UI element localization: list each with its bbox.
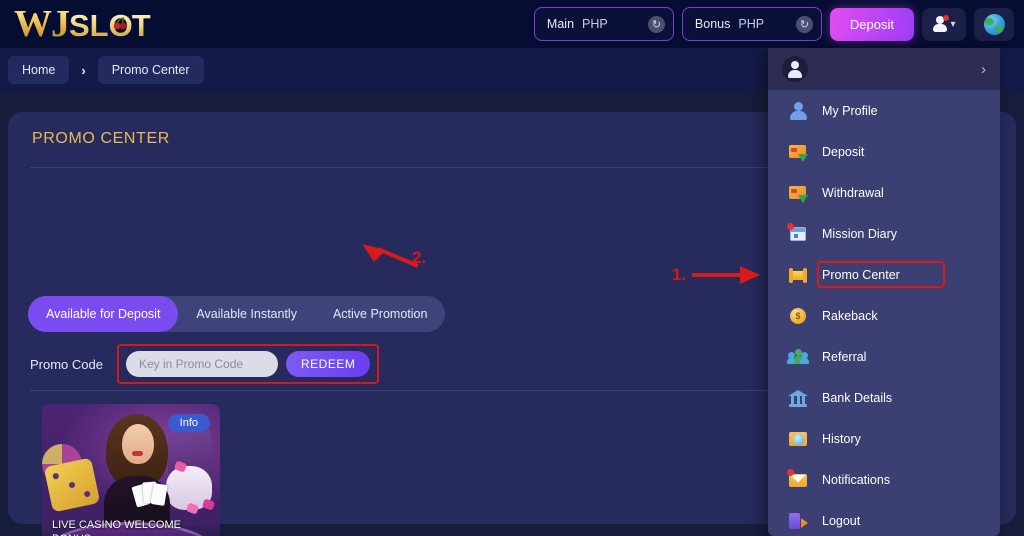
promo-card-title: LIVE CASINO WELCOME BONUS	[52, 519, 181, 536]
history-icon	[788, 429, 808, 449]
menu-item-label: Deposit	[822, 144, 865, 159]
breadcrumb-item-promo-center[interactable]: Promo Center	[97, 56, 204, 84]
bonus-balance-currency: PHP	[738, 17, 765, 31]
profile-icon	[788, 101, 808, 121]
user-avatar-icon	[932, 15, 950, 32]
people-icon	[787, 347, 809, 367]
menu-item-label: Bank Details	[822, 390, 893, 405]
language-selector-button[interactable]	[974, 7, 1014, 41]
menu-item-label: Logout	[822, 513, 861, 528]
header-controls: Main PHP ↻ Bonus PHP ↻ Deposit ▾	[533, 7, 1014, 41]
menu-item-promo-center[interactable]: Promo Center	[768, 254, 1000, 295]
tab-available-instantly[interactable]: Available Instantly	[178, 296, 315, 332]
promo-tabs: Available for Deposit Available Instantl…	[28, 296, 446, 332]
bank-icon	[788, 388, 808, 408]
bonus-balance-label: Bonus	[694, 17, 731, 31]
chevron-down-icon: ▾	[950, 18, 956, 30]
globe-icon	[983, 13, 1005, 35]
breadcrumb-separator-icon: ›	[81, 62, 86, 78]
main-balance-pill[interactable]: Main PHP ↻	[533, 7, 674, 41]
cherry-icon	[113, 17, 127, 30]
refresh-icon[interactable]: ↻	[647, 15, 665, 33]
ticket-icon	[788, 265, 808, 285]
menu-item-label: History	[822, 431, 861, 446]
promo-code-label: Promo Code	[30, 356, 103, 372]
menu-item-label: Referral	[822, 349, 867, 364]
menu-item-deposit[interactable]: Deposit	[768, 131, 1000, 172]
menu-item-label: My Profile	[822, 103, 878, 118]
promo-code-highlight-box: REDEEM	[116, 344, 380, 384]
deposit-card-icon	[788, 142, 808, 162]
bonus-balance-pill[interactable]: Bonus PHP ↻	[681, 7, 822, 41]
chevron-right-icon: ›	[981, 60, 986, 78]
breadcrumb-item-home[interactable]: Home	[8, 56, 70, 84]
promo-code-input[interactable]	[125, 351, 278, 377]
menu-item-label: Rakeback	[822, 308, 878, 323]
annotation-label-2: 2.	[412, 248, 427, 267]
redeem-button[interactable]: REDEEM	[285, 351, 371, 377]
page-title: PROMO CENTER	[32, 130, 170, 147]
promo-info-badge[interactable]: Info	[167, 414, 210, 432]
menu-item-label: Mission Diary	[822, 226, 898, 241]
logo-letter-o: O	[109, 10, 132, 41]
menu-item-my-profile[interactable]: My Profile	[768, 90, 1000, 131]
logout-icon	[788, 511, 808, 531]
menu-item-bank-details[interactable]: Bank Details	[768, 377, 1000, 418]
main-balance-currency: PHP	[582, 17, 608, 31]
menu-item-logout[interactable]: Logout	[768, 500, 1000, 536]
menu-item-label: Withdrawal	[822, 185, 884, 200]
menu-item-withdrawal[interactable]: Withdrawal	[768, 172, 1000, 213]
menu-item-label: Promo Center	[822, 267, 900, 282]
menu-item-mission-diary[interactable]: Mission Diary	[768, 213, 1000, 254]
avatar	[782, 56, 808, 82]
menu-item-rakeback[interactable]: $ Rakeback	[768, 295, 1000, 336]
withdrawal-card-icon	[788, 183, 808, 203]
top-header-bar: WJSLOT Main PHP ↻ Bonus PHP ↻ Deposit ▾	[0, 0, 1024, 48]
menu-item-referral[interactable]: Referral	[768, 336, 1000, 377]
dropdown-profile-header[interactable]: ›	[768, 48, 1000, 90]
menu-item-notifications[interactable]: Notifications	[768, 459, 1000, 500]
menu-item-label: Notifications	[822, 472, 891, 487]
logo-text-wj: WJ	[14, 3, 70, 45]
promo-banner-card[interactable]: Info LIVE CASINO WELCOME BONUS Deposit N…	[42, 404, 220, 536]
menu-item-history[interactable]: History	[768, 418, 1000, 459]
calendar-icon	[787, 222, 808, 244]
app-root: WJSLOT Main PHP ↻ Bonus PHP ↻ Deposit ▾	[0, 0, 1024, 536]
site-logo[interactable]: WJSLOT	[14, 5, 151, 43]
promo-code-row: Promo Code REDEEM	[30, 344, 380, 384]
coin-icon: $	[788, 306, 808, 326]
tab-active-promotion[interactable]: Active Promotion	[315, 296, 445, 332]
account-dropdown-menu: › My Profile Deposit Withdrawal Mission …	[768, 48, 1000, 536]
tab-available-for-deposit[interactable]: Available for Deposit	[28, 296, 179, 332]
deposit-button[interactable]: Deposit	[829, 7, 914, 41]
logo-text-t: T	[131, 8, 151, 43]
account-menu-button[interactable]: ▾	[922, 7, 966, 41]
refresh-icon[interactable]: ↻	[795, 15, 813, 33]
mail-icon	[787, 468, 808, 490]
annotation-label-1: 1.	[672, 265, 687, 284]
main-balance-label: Main	[546, 17, 575, 31]
logo-text-sl: SL	[69, 8, 109, 43]
